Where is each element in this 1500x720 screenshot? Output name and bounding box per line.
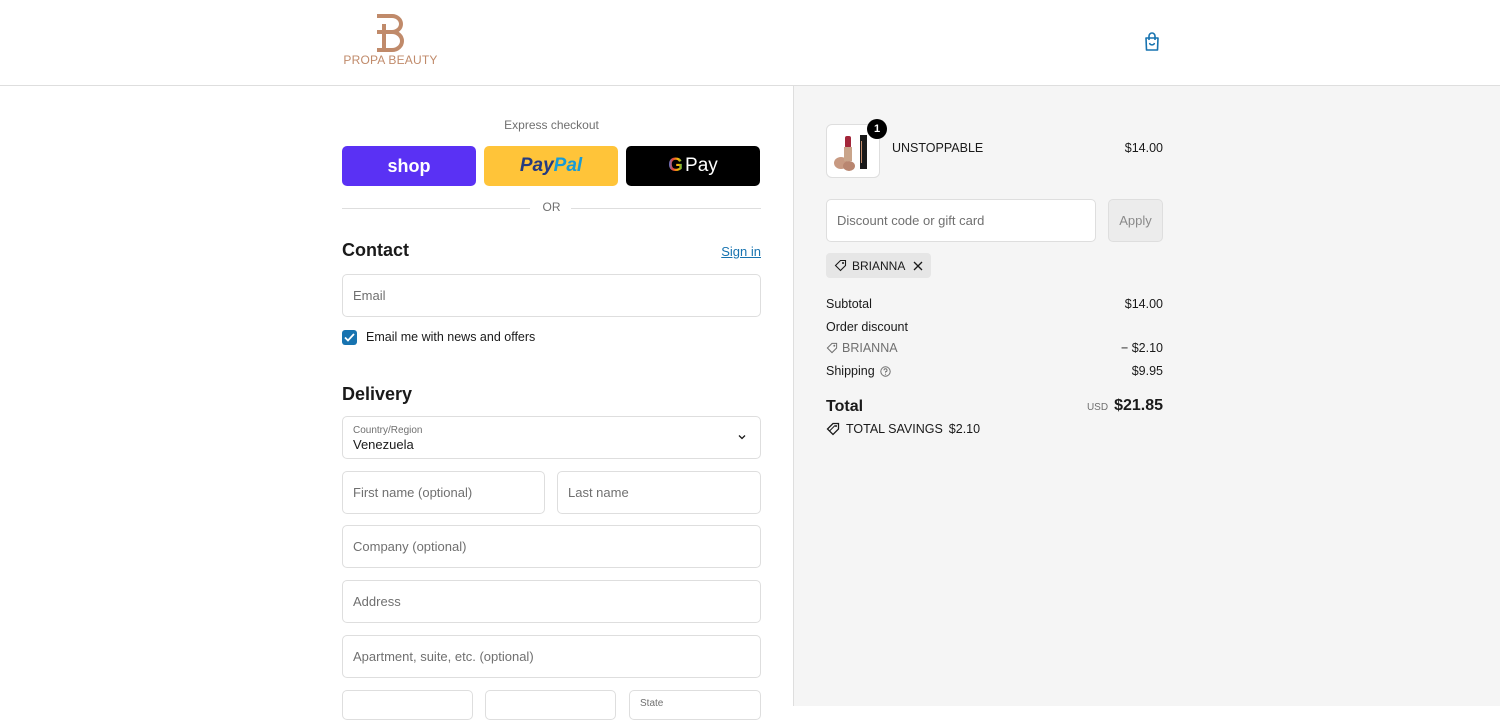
shopping-bag-icon[interactable] — [1142, 31, 1162, 53]
total-savings: TOTAL SAVINGS $2.10 — [826, 422, 980, 436]
email-field[interactable] — [342, 274, 761, 317]
savings-label: TOTAL SAVINGS — [846, 422, 943, 436]
help-icon[interactable] — [879, 365, 891, 377]
news-offers-checkbox[interactable] — [342, 329, 357, 345]
total-label: Total — [826, 398, 864, 415]
country-label: Country/Region — [353, 425, 423, 436]
brand-logo[interactable]: PROPA BEAUTY — [342, 14, 442, 70]
email-input[interactable] — [343, 275, 760, 316]
shipping-value: $9.95 — [1131, 364, 1163, 378]
google-g-icon: G — [668, 155, 684, 176]
address-field[interactable] — [342, 580, 761, 623]
savings-value: $2.10 — [948, 422, 981, 436]
google-pay-button[interactable]: G Pay — [626, 146, 760, 186]
applied-discount-chip: BRIANNA — [826, 253, 932, 278]
tag-icon — [826, 342, 838, 354]
discount-code-line: BRIANNA — [826, 341, 898, 355]
brand-name: PROPA BEAUTY — [343, 53, 438, 67]
total-amount: USD $21.85 — [1087, 397, 1163, 415]
shop-pay-button[interactable]: shop — [342, 146, 476, 186]
total-value: $21.85 — [1114, 397, 1163, 414]
subtotal-row: Subtotal $14.00 — [826, 297, 1163, 311]
applied-discount-code: BRIANNA — [852, 258, 906, 273]
sign-in-link[interactable]: Sign in — [721, 244, 761, 259]
company-input[interactable] — [343, 526, 760, 567]
country-select[interactable]: Country/Region Venezuela — [342, 416, 761, 459]
product-name: UNSTOPPABLE — [892, 141, 984, 155]
close-icon — [913, 261, 923, 270]
remove-discount-button[interactable] — [913, 261, 923, 271]
propa-beauty-logo-icon — [377, 14, 404, 52]
discount-input[interactable] — [827, 200, 1095, 241]
delivery-title: Delivery — [342, 384, 413, 404]
state-select[interactable]: State — [629, 690, 761, 720]
product-thumbnail: 1 — [826, 119, 887, 178]
savings-tag-icon — [826, 422, 840, 436]
paypal-label-part2: Pal — [553, 155, 583, 176]
or-text: OR — [542, 200, 561, 214]
discount-code-row: BRIANNA − $2.10 — [826, 341, 1163, 357]
subtotal-label: Subtotal — [826, 297, 872, 311]
last-name-field[interactable] — [557, 471, 761, 514]
header: PROPA BEAUTY — [0, 0, 1500, 86]
express-checkout-label: Express checkout — [504, 118, 599, 132]
google-pay-label: Pay — [685, 155, 718, 176]
shipping-label: Shipping — [826, 364, 875, 378]
apartment-field[interactable] — [342, 635, 761, 678]
city-field[interactable] — [342, 690, 473, 720]
discount-field[interactable] — [826, 199, 1096, 242]
divider-line-right — [571, 208, 761, 209]
company-field[interactable] — [342, 525, 761, 568]
country-value: Venezuela — [353, 437, 414, 452]
postal-code-field[interactable] — [485, 690, 616, 720]
tag-icon — [834, 259, 847, 272]
subtotal-value: $14.00 — [1124, 297, 1163, 311]
order-discount-row: Order discount — [826, 320, 1163, 334]
apply-button[interactable]: Apply — [1108, 199, 1163, 242]
news-offers-row: Email me with news and offers — [342, 329, 535, 345]
apartment-input[interactable] — [343, 636, 760, 677]
news-offers-label: Email me with news and offers — [366, 330, 536, 344]
discount-value: − $2.10 — [1120, 341, 1163, 355]
discount-code-text: BRIANNA — [842, 341, 898, 355]
order-discount-label: Order discount — [826, 320, 908, 334]
shipping-row: Shipping $9.95 — [826, 364, 1163, 378]
paypal-button[interactable]: Pay Pal — [484, 146, 618, 186]
first-name-input[interactable] — [343, 472, 544, 513]
currency-code: USD — [1086, 402, 1109, 413]
or-divider: OR — [342, 200, 761, 216]
last-name-input[interactable] — [558, 472, 760, 513]
address-input[interactable] — [343, 581, 760, 622]
product-price: $14.00 — [1124, 141, 1163, 155]
shipping-label-wrap: Shipping — [826, 364, 891, 378]
checkmark-icon — [344, 332, 355, 342]
first-name-field[interactable] — [342, 471, 545, 514]
quantity-badge: 1 — [867, 119, 887, 139]
shop-pay-label: shop — [387, 155, 431, 176]
paypal-label-part1: Pay — [519, 155, 554, 176]
chevron-down-icon — [738, 435, 746, 440]
order-summary-panel — [793, 86, 1500, 706]
state-label: State — [640, 698, 664, 709]
contact-title: Contact — [342, 240, 409, 260]
